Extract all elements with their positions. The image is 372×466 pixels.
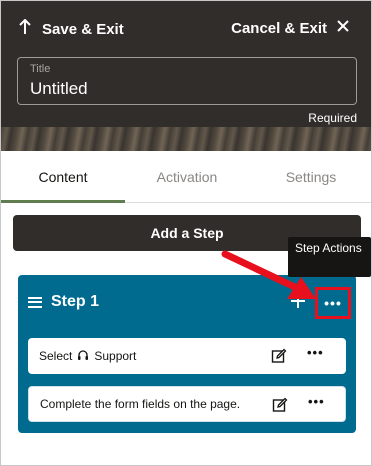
card-more-options-icon[interactable]: •••	[308, 395, 325, 408]
drag-handle-icon[interactable]	[28, 296, 42, 308]
tab-activation[interactable]: Activation	[125, 151, 249, 202]
title-field[interactable]: Title Untitled	[17, 57, 357, 105]
action-text: Complete the form fields on the page.	[40, 397, 241, 411]
card-more-options-icon[interactable]: •••	[307, 346, 324, 359]
step-header: Step 1	[28, 293, 99, 311]
title-field-label: Title	[30, 63, 51, 75]
editor-header: Save & Exit Cancel & Exit Title Untitled…	[1, 1, 371, 151]
red-arrow-annotation	[221, 250, 316, 299]
tab-bar: Content Activation Settings	[1, 151, 371, 203]
edit-icon[interactable]	[272, 397, 288, 413]
tab-settings[interactable]: Settings	[249, 151, 371, 202]
close-icon	[337, 19, 349, 37]
step-action-card[interactable]: Complete the form fields on the page. ••…	[28, 386, 346, 422]
save-exit-button[interactable]: Save & Exit	[19, 18, 124, 40]
save-exit-label: Save & Exit	[42, 21, 124, 38]
step-action-card[interactable]: Select Support •••	[28, 338, 346, 374]
guide-editor-panel: Save & Exit Cancel & Exit Title Untitled…	[0, 0, 372, 466]
action-text-before: Select	[39, 349, 73, 363]
required-label: Required	[308, 111, 357, 125]
step-title: Step 1	[51, 293, 100, 310]
header-background-texture	[1, 127, 371, 151]
edit-icon[interactable]	[271, 348, 287, 364]
action-text-after: Support	[94, 349, 137, 363]
more-options-icon: •••	[324, 295, 342, 311]
arrow-up-icon	[19, 18, 33, 40]
title-field-value[interactable]: Untitled	[30, 78, 344, 100]
cancel-exit-label: Cancel & Exit	[231, 19, 327, 37]
tab-content[interactable]: Content	[1, 151, 125, 203]
headset-icon	[77, 349, 89, 364]
cancel-exit-button[interactable]: Cancel & Exit	[231, 19, 349, 37]
